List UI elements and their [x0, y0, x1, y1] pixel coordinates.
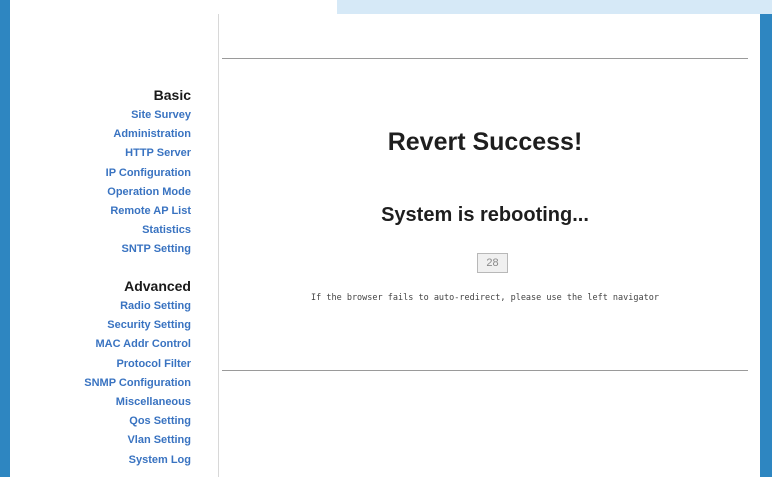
- nav-link-radio-setting[interactable]: Radio Setting: [84, 297, 191, 316]
- nav-link-statistics[interactable]: Statistics: [106, 221, 191, 240]
- nav-link-snmp-configuration[interactable]: SNMP Configuration: [84, 374, 191, 393]
- bottom-rule: [222, 370, 748, 371]
- nav-link-vlan-setting[interactable]: Vlan Setting: [84, 431, 191, 450]
- top-frame-edge: [10, 0, 337, 14]
- nav-link-mac-addr-control[interactable]: MAC Addr Control: [84, 335, 191, 354]
- nav-link-site-survey[interactable]: Site Survey: [106, 106, 191, 125]
- status-message: System is rebooting...: [381, 204, 589, 226]
- nav-link-http-server[interactable]: HTTP Server: [106, 144, 191, 163]
- nav-link-sntp-setting[interactable]: SNTP Setting: [106, 240, 191, 259]
- page-title: Revert Success!: [387, 128, 583, 156]
- nav-link-remote-ap-list[interactable]: Remote AP List: [106, 202, 191, 221]
- redirect-hint: If the browser fails to auto-redirect, p…: [311, 293, 659, 303]
- nav-link-administration[interactable]: Administration: [106, 125, 191, 144]
- nav-link-miscellaneous[interactable]: Miscellaneous: [84, 393, 191, 412]
- nav-heading-basic: Basic: [153, 87, 191, 103]
- nav-link-system-log[interactable]: System Log: [84, 451, 191, 470]
- nav-link-qos-setting[interactable]: Qos Setting: [84, 412, 191, 431]
- countdown-button[interactable]: 28: [477, 253, 508, 273]
- nav-heading-advanced: Advanced: [124, 278, 191, 294]
- nav-link-ip-configuration[interactable]: IP Configuration: [106, 164, 191, 183]
- nav-section-basic: Basic Site Survey Administration HTTP Se…: [106, 86, 191, 260]
- page-frame: Basic Site Survey Administration HTTP Se…: [10, 14, 760, 477]
- nav-link-operation-mode[interactable]: Operation Mode: [106, 183, 191, 202]
- top-border-strip: [337, 0, 772, 14]
- left-navigator: Basic Site Survey Administration HTTP Se…: [10, 14, 218, 477]
- nav-link-security-setting[interactable]: Security Setting: [84, 316, 191, 335]
- nav-section-advanced: Advanced Radio Setting Security Setting …: [84, 277, 191, 470]
- main-content: Revert Success! System is rebooting... 2…: [222, 14, 748, 477]
- nav-link-protocol-filter[interactable]: Protocol Filter: [84, 355, 191, 374]
- nav-divider: [218, 14, 219, 477]
